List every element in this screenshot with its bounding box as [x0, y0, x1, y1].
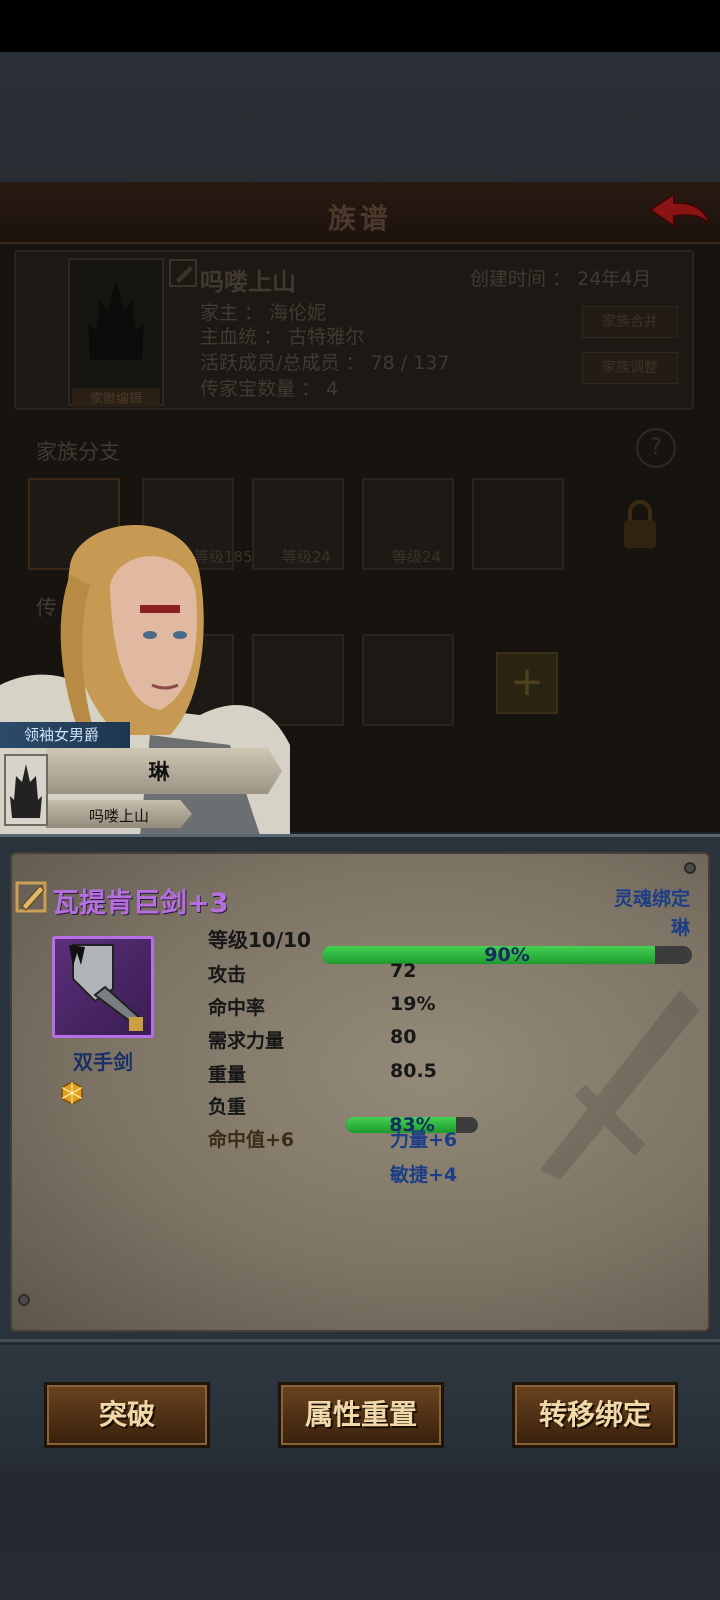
members-label: 活跃成员/总成员: [200, 352, 340, 374]
character-name: 琳: [148, 760, 170, 784]
heirlooms-label: 传家宝数量: [200, 378, 296, 400]
bonus-strength: 力量+6: [390, 1129, 458, 1151]
branch-slot-empty[interactable]: [472, 478, 564, 570]
character-house: 吗喽上山: [88, 807, 149, 825]
help-icon[interactable]: ?: [636, 428, 676, 468]
edit-pen-icon[interactable]: [14, 878, 48, 914]
item-level-percent: 90%: [484, 944, 530, 966]
stat-value-attack: 72: [390, 960, 417, 982]
family-adjust-button[interactable]: 家族调整: [582, 352, 678, 384]
created-label: 创建时间: [470, 268, 547, 290]
heirlooms-value: 4: [326, 378, 339, 400]
status-bar: [0, 0, 720, 52]
transfer-binding-button[interactable]: 转移绑定: [512, 1382, 678, 1448]
patriarch-info: 家主 ： 海伦妮: [200, 302, 327, 324]
bonus-hit: 命中值+6: [208, 1129, 295, 1151]
branch-title: 家族分支: [36, 440, 120, 464]
breakthrough-button[interactable]: 突破: [44, 1382, 210, 1448]
rivet: [18, 1294, 30, 1306]
bloodline-value: 古特雅尔: [288, 326, 365, 348]
emblem-edit-label[interactable]: 家徽编辑: [72, 388, 160, 407]
stat-label-required-strength: 需求力量: [208, 1030, 285, 1052]
stat-label-hit-rate: 命中率: [208, 997, 266, 1019]
family-crest-icon: [88, 280, 144, 360]
created-value: 24年4月: [577, 268, 652, 290]
stat-label-weight: 重量: [208, 1064, 247, 1086]
lock-icon[interactable]: [620, 498, 660, 550]
reset-attributes-button[interactable]: 属性重置: [278, 1382, 444, 1448]
item-type: 双手剑: [73, 1050, 133, 1074]
patriarch-value: 海伦妮: [269, 302, 327, 324]
bound-owner: 琳: [670, 917, 690, 939]
created-info: 创建时间 ： 24年4月: [470, 268, 652, 290]
stat-value-hit-rate: 19%: [390, 993, 436, 1015]
item-level-label: 等级10/10: [208, 928, 311, 952]
branch-level: 等级24: [392, 548, 442, 566]
sword-icon: [69, 944, 143, 1031]
bloodline-info: 主血统 ： 古特雅尔: [200, 326, 365, 348]
gem-icon: [61, 1081, 83, 1105]
family-merge-button[interactable]: 家族合并: [582, 306, 678, 338]
sword-watermark: [540, 990, 700, 1180]
heirlooms-info: 传家宝数量 ： 4: [200, 378, 339, 400]
members-info: 活跃成员/总成员 ： 78 / 137: [200, 352, 450, 374]
bonus-agility: 敏捷+4: [390, 1164, 458, 1186]
heirloom-slot[interactable]: [362, 634, 454, 726]
bloodline-label: 主血统: [200, 326, 258, 348]
item-name: 瓦提肯巨剑+3: [52, 888, 229, 919]
edit-pen-icon[interactable]: [168, 258, 198, 288]
family-emblem[interactable]: [68, 258, 164, 406]
stat-value-required-strength: 80: [390, 1026, 417, 1048]
bind-status: 灵魂绑定: [613, 888, 690, 910]
screen-title: 族谱: [327, 202, 392, 235]
item-icon[interactable]: [52, 936, 154, 1038]
members-value: 78 / 137: [370, 352, 450, 374]
rivet: [684, 862, 696, 874]
stat-label-attack: 攻击: [208, 964, 247, 986]
stat-value-weight: 80.5: [390, 1060, 437, 1082]
patriarch-label: 家主: [200, 302, 239, 324]
family-crest-icon: [4, 754, 48, 826]
back-arrow-icon[interactable]: [648, 190, 712, 230]
character-title: 领袖女男爵: [0, 722, 130, 748]
family-name: 吗喽上山: [200, 268, 296, 296]
stat-label-load: 负重: [208, 1096, 247, 1118]
add-icon[interactable]: +: [496, 652, 558, 714]
